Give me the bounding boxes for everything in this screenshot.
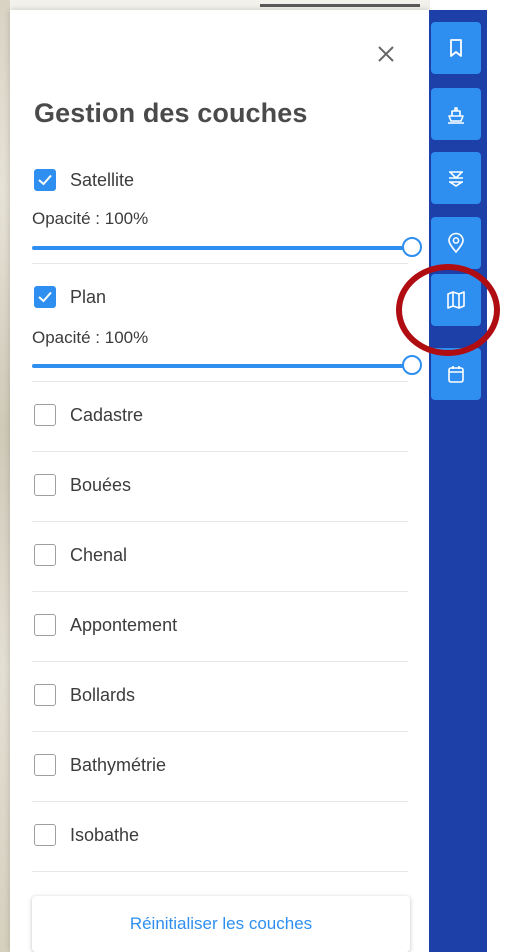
opacity-slider-plan[interactable]: [32, 354, 422, 378]
close-icon: [378, 46, 394, 62]
layer-label: Bollards: [70, 684, 136, 705]
layer-label: Cadastre: [70, 404, 144, 425]
layer-toggle-plan[interactable]: Plan: [34, 284, 106, 310]
layer-label: Bathymétrie: [70, 754, 167, 775]
check-icon: [38, 174, 52, 186]
divider: [32, 451, 408, 452]
ship-button[interactable]: [431, 88, 481, 140]
anchor-location-button[interactable]: [431, 217, 481, 269]
calendar-button[interactable]: [431, 348, 481, 400]
checkbox-unchecked[interactable]: [34, 824, 56, 846]
layer-toggle-bollards[interactable]: Bollards: [34, 682, 135, 708]
dock-icon: [449, 171, 463, 187]
checkbox-checked[interactable]: [34, 169, 56, 191]
anchor-pin-icon: [448, 232, 464, 254]
panel-title: Gestion des couches: [34, 98, 308, 128]
bookmark-button[interactable]: [431, 22, 481, 74]
checkbox-unchecked[interactable]: [34, 404, 56, 426]
divider: [32, 801, 408, 802]
bookmark-icon: [450, 39, 462, 57]
divider: [32, 871, 408, 872]
reset-layers-button[interactable]: Réinitialiser les couches: [32, 896, 410, 952]
slider-thumb[interactable]: [402, 355, 422, 375]
layer-label: Appontement: [70, 614, 178, 635]
layer-label: Isobathe: [70, 824, 140, 845]
layer-label: Chenal: [70, 544, 128, 565]
layer-toggle-appontement[interactable]: Appontement: [34, 612, 177, 638]
ship-icon: [448, 107, 464, 124]
layer-toggle-chenal[interactable]: Chenal: [34, 542, 127, 568]
slider-thumb[interactable]: [402, 237, 422, 257]
checkbox-unchecked[interactable]: [34, 754, 56, 776]
divider: [32, 731, 408, 732]
checkbox-unchecked[interactable]: [34, 684, 56, 706]
checkbox-unchecked[interactable]: [34, 544, 56, 566]
opacity-label: Opacité : 100%: [32, 209, 149, 228]
divider: [32, 521, 408, 522]
layer-toggle-bouees[interactable]: Bouées: [34, 472, 131, 498]
divider: [32, 263, 408, 264]
layer-label: Bouées: [70, 474, 132, 495]
dock-button[interactable]: [431, 152, 481, 204]
divider: [32, 381, 408, 382]
opacity-slider-satellite[interactable]: [32, 236, 422, 260]
checkbox-unchecked[interactable]: [34, 474, 56, 496]
check-icon: [38, 291, 52, 303]
map-road: [260, 4, 420, 7]
checkbox-unchecked[interactable]: [34, 614, 56, 636]
divider: [32, 591, 408, 592]
layer-toggle-cadastre[interactable]: Cadastre: [34, 402, 143, 428]
divider: [32, 661, 408, 662]
slider-fill: [32, 364, 412, 368]
layer-toggle-satellite[interactable]: Satellite: [34, 167, 134, 193]
checkbox-checked[interactable]: [34, 286, 56, 308]
close-button[interactable]: [372, 40, 400, 68]
highlight-annotation-circle: [396, 264, 500, 356]
layer-toggle-bathymetrie[interactable]: Bathymétrie: [34, 752, 166, 778]
opacity-label: Opacité : 100%: [32, 328, 149, 347]
layer-label: Satellite: [70, 169, 135, 190]
layer-management-panel: Gestion des couches Satellite Opacité : …: [10, 10, 430, 952]
layer-label: Plan: [70, 286, 107, 307]
layer-toggle-isobathe[interactable]: Isobathe: [34, 822, 139, 848]
slider-fill: [32, 246, 412, 250]
calendar-icon: [448, 366, 464, 383]
